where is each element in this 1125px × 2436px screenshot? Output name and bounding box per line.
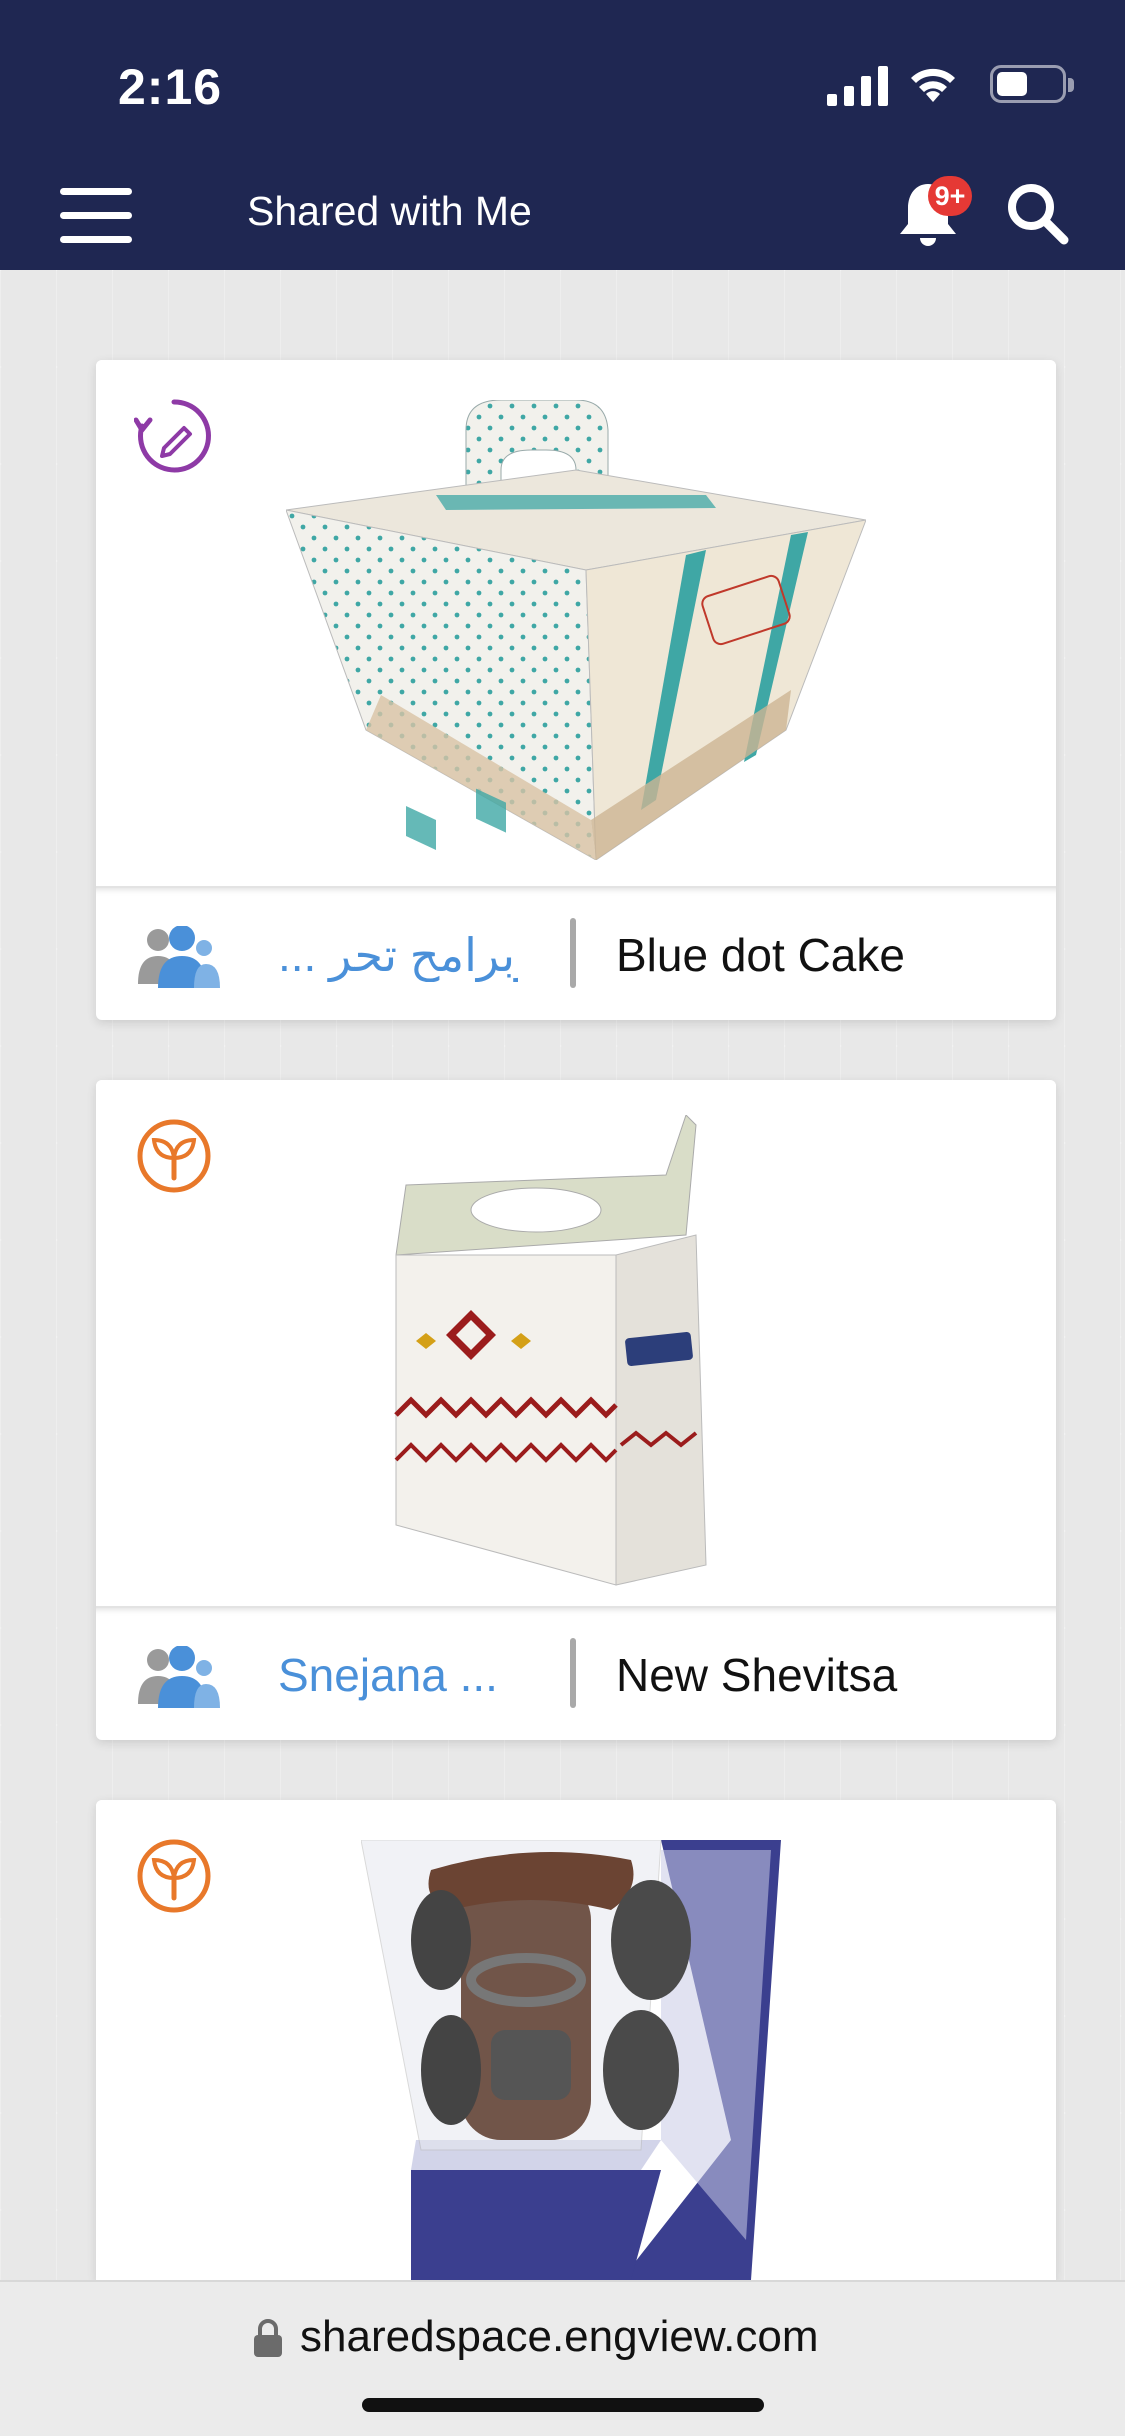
page-title: Shared with Me	[247, 188, 532, 234]
item-name[interactable]: New Shevitsa	[616, 1648, 897, 1702]
notifications-button[interactable]: 9+	[896, 176, 972, 252]
owner-name-link[interactable]: ... وبرامح تحر	[278, 928, 518, 982]
app-header: 2:16 Shared with Me 9+	[0, 0, 1125, 270]
sprout-icon[interactable]	[134, 1836, 214, 1916]
sprout-icon[interactable]	[134, 1116, 214, 1196]
card-footer: Snejana ... New Shevitsa	[96, 1608, 1056, 1740]
browser-url-bar[interactable]: sharedspace.engview.com	[0, 2280, 1125, 2436]
notification-badge: 9+	[928, 176, 972, 216]
signal-icon	[827, 66, 888, 106]
search-button[interactable]	[1004, 180, 1070, 246]
home-indicator[interactable]	[362, 2398, 764, 2412]
shared-item-card[interactable]: Snejana ... New Shevitsa	[96, 1080, 1056, 1740]
gift-box-image	[394, 1115, 707, 1586]
item-preview[interactable]	[96, 1800, 1056, 2280]
users-icon	[138, 926, 220, 988]
battery-icon	[990, 65, 1074, 103]
shared-item-card[interactable]	[96, 1800, 1056, 2280]
divider	[570, 918, 576, 988]
card-footer: ... وبرامح تحر Blue dot Cake	[96, 888, 1056, 1020]
users-icon	[138, 1646, 220, 1708]
lock-icon	[254, 2319, 282, 2357]
owner-name-link[interactable]: Snejana ...	[278, 1648, 518, 1702]
search-icon	[1008, 184, 1069, 245]
toy-box-image	[361, 1840, 781, 2280]
divider	[570, 1638, 576, 1708]
status-time: 2:16	[118, 59, 223, 115]
shared-item-card[interactable]: ... وبرامح تحر Blue dot Cake	[96, 360, 1056, 1020]
cake-box-image	[286, 400, 866, 860]
item-preview[interactable]	[96, 360, 1056, 888]
wifi-icon	[911, 68, 955, 102]
hamburger-menu-button[interactable]	[60, 188, 132, 244]
item-preview[interactable]	[96, 1080, 1056, 1608]
url-text[interactable]: sharedspace.engview.com	[300, 2312, 819, 2362]
edit-revision-icon[interactable]	[134, 396, 214, 476]
item-name[interactable]: Blue dot Cake	[616, 928, 905, 982]
